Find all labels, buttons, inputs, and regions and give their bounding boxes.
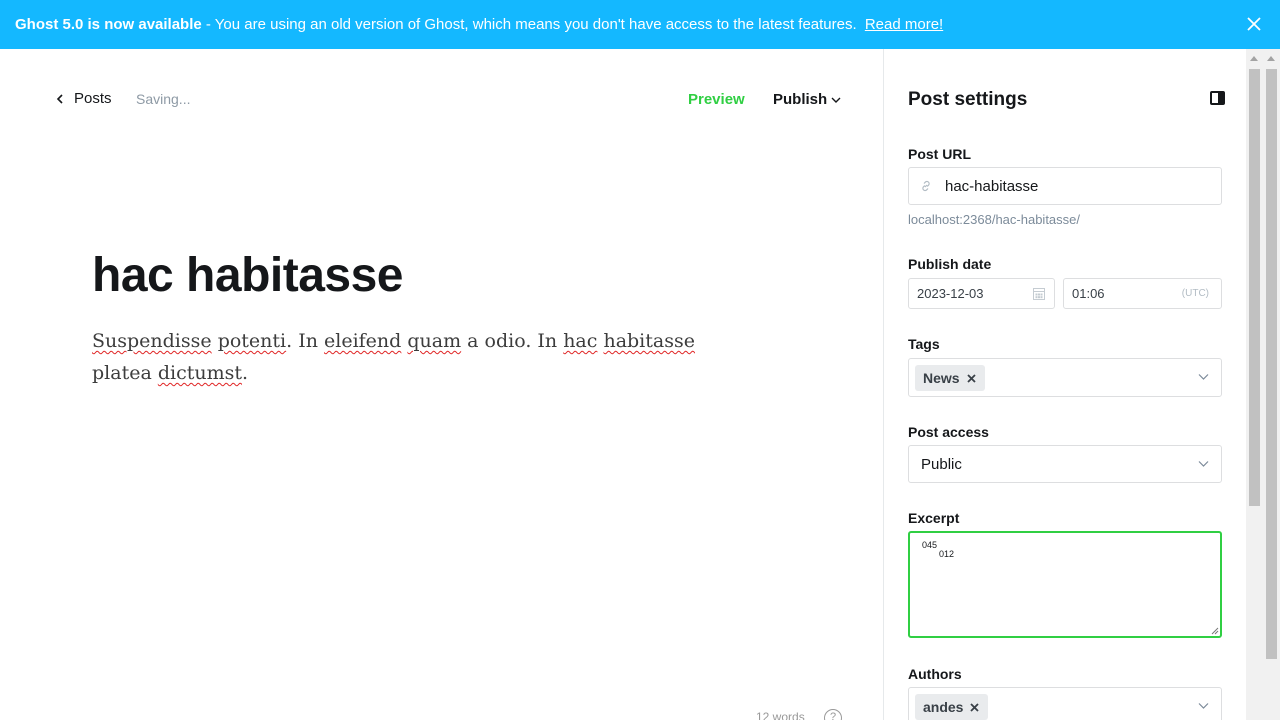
excerpt-text-line: 012: [939, 549, 955, 559]
timezone-label: (UTC): [1181, 288, 1209, 299]
authors-input[interactable]: andes: [908, 687, 1222, 720]
tag-label: News: [923, 370, 960, 386]
misspelled-word: eleifend: [324, 330, 402, 352]
panel-scroll-thumb[interactable]: [1249, 69, 1260, 506]
scroll-up-arrow-icon[interactable]: [1250, 56, 1258, 61]
misspelled-word: dictumst: [157, 362, 242, 384]
authors-label: Authors: [908, 666, 962, 682]
tag-token[interactable]: News: [915, 365, 985, 391]
help-icon[interactable]: ?: [824, 709, 842, 720]
editor-toolbar: Posts Saving... Preview Publish: [0, 49, 883, 149]
body-text: a odio. In: [461, 330, 564, 352]
page-scrollbar[interactable]: [1263, 49, 1280, 720]
remove-tag-icon[interactable]: [966, 373, 976, 383]
chevron-down-icon[interactable]: [1198, 702, 1209, 710]
banner-read-more-link[interactable]: Read more!: [865, 16, 943, 33]
body-text: platea: [92, 362, 158, 384]
tags-label: Tags: [908, 336, 940, 352]
publish-label: Publish: [773, 91, 828, 108]
misspelled-word: habitasse: [603, 330, 695, 352]
publish-button[interactable]: Publish: [773, 91, 841, 108]
body-text: . In: [286, 330, 324, 352]
post-url-value: hac-habitasse: [945, 178, 1039, 195]
page-scroll-thumb[interactable]: [1266, 69, 1277, 659]
date-value: 2023-12-03: [917, 286, 984, 301]
update-banner: Ghost 5.0 is now available - You are usi…: [0, 0, 1280, 49]
back-label: Posts: [74, 90, 112, 107]
editor-area: Posts Saving... Preview Publish hac habi…: [0, 49, 883, 720]
resize-handle-icon[interactable]: [1211, 627, 1219, 635]
banner-message: Ghost 5.0 is now available - You are usi…: [15, 16, 943, 33]
post-url-hint: localhost:2368/hac-habitasse/: [908, 212, 1081, 227]
save-status: Saving...: [136, 91, 191, 107]
tags-input[interactable]: News: [908, 358, 1222, 397]
time-value: 01:06: [1072, 286, 1105, 301]
chevron-down-icon: [1198, 461, 1209, 467]
panel-title: Post settings: [908, 89, 1028, 110]
author-token[interactable]: andes: [915, 694, 989, 720]
post-access-value: Public: [921, 456, 962, 473]
excerpt-label: Excerpt: [908, 510, 960, 526]
chevron-down-icon: [831, 97, 841, 103]
post-url-input[interactable]: hac-habitasse: [908, 167, 1222, 205]
banner-headline: Ghost 5.0 is now available: [15, 16, 202, 33]
author-label: andes: [923, 699, 964, 715]
chevron-down-icon[interactable]: [1198, 373, 1209, 381]
panel-scrollbar[interactable]: [1246, 49, 1263, 720]
close-icon[interactable]: [1246, 16, 1262, 32]
post-title[interactable]: hac habitasse: [92, 248, 403, 303]
post-access-label: Post access: [908, 424, 989, 440]
publish-date-input[interactable]: 2023-12-03: [908, 278, 1055, 309]
word-count: 12 words: [756, 710, 805, 720]
misspelled-word: potenti: [217, 330, 287, 352]
banner-text: - You are using an old version of Ghost,…: [201, 16, 861, 33]
preview-button[interactable]: Preview: [688, 91, 745, 108]
post-body[interactable]: Suspendisse potenti. In eleifend quam a …: [92, 325, 732, 389]
excerpt-text-line: 045: [922, 540, 938, 550]
back-to-posts-link[interactable]: Posts: [56, 90, 112, 107]
calendar-icon[interactable]: [1033, 287, 1045, 300]
link-icon: [922, 180, 930, 192]
excerpt-textarea[interactable]: 045 012: [908, 531, 1222, 638]
publish-time-input[interactable]: 01:06 (UTC): [1063, 278, 1222, 309]
body-text: .: [241, 362, 249, 384]
post-settings-panel: Post settings Post URL hac-habitasse loc…: [883, 49, 1280, 720]
misspelled-word: Suspendisse: [92, 330, 212, 352]
scroll-up-arrow-icon[interactable]: [1267, 56, 1275, 61]
remove-author-icon[interactable]: [970, 702, 980, 712]
chevron-left-icon: [56, 93, 63, 104]
misspelled-word: hac: [563, 330, 598, 352]
publish-date-label: Publish date: [908, 256, 992, 272]
post-access-select[interactable]: Public: [908, 445, 1222, 483]
sidebar-toggle-icon[interactable]: [1210, 91, 1225, 105]
misspelled-word: quam: [407, 330, 462, 352]
post-url-label: Post URL: [908, 146, 971, 162]
